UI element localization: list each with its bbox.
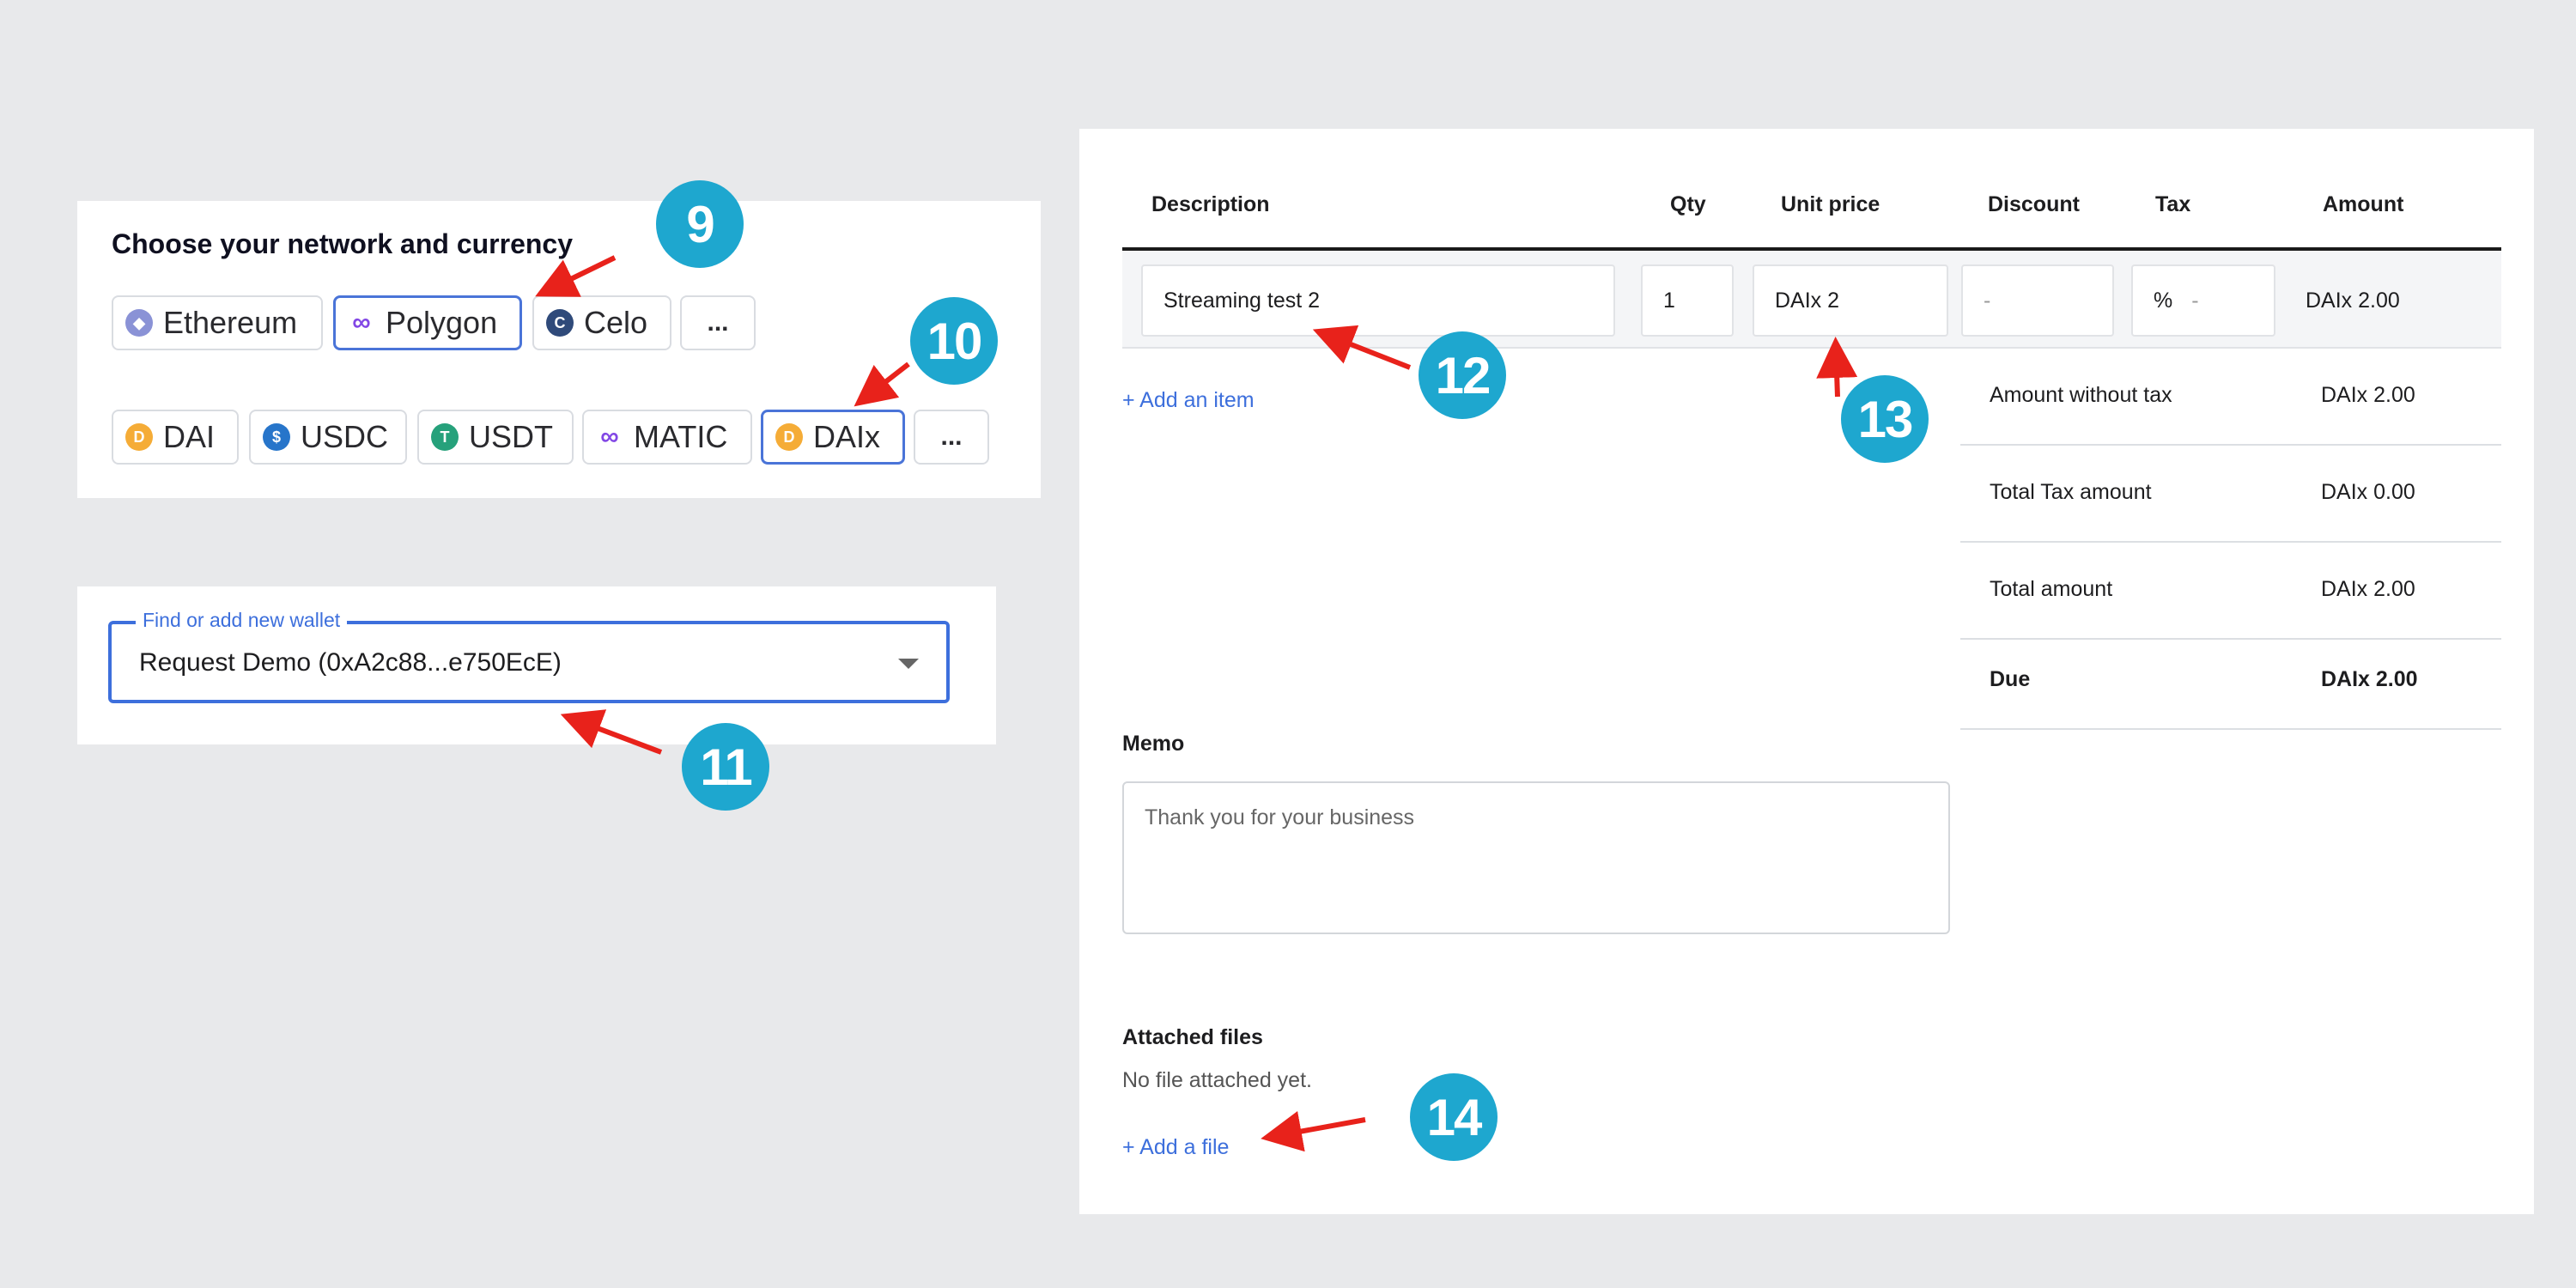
currency-chip-label: MATIC xyxy=(634,419,728,454)
more-networks-button[interactable]: ... xyxy=(680,295,756,350)
add-item-link[interactable]: + Add an item xyxy=(1122,388,1255,413)
column-header-tax: Tax xyxy=(2155,192,2191,216)
wallet-field-label: Find or add new wallet xyxy=(136,609,348,632)
memo-title: Memo xyxy=(1122,732,1185,756)
item-unit-price-value: DAIx 2 xyxy=(1775,288,1840,313)
network-chip-label: Celo xyxy=(584,305,648,340)
network-chip-ethereum[interactable]: ◆ Ethereum xyxy=(112,295,323,350)
matic-icon: ∞ xyxy=(596,422,623,451)
item-tax-value: - xyxy=(2191,288,2199,313)
polygon-icon: ∞ xyxy=(348,308,375,337)
item-tax-input[interactable]: % - xyxy=(2131,264,2275,337)
callout-badge-10: 10 xyxy=(910,297,998,385)
currency-chip-label: DAI xyxy=(163,419,216,454)
network-currency-panel: Choose your network and currency ◆ Ether… xyxy=(77,201,1041,498)
invoice-panel: Description Qty Unit price Discount Tax … xyxy=(1079,129,2534,1214)
summary-row-total-amount: Total amount DAIx 2.00 xyxy=(1960,543,2501,640)
network-chip-polygon[interactable]: ∞ Polygon xyxy=(333,295,522,350)
summary-value: DAIx 2.00 xyxy=(2321,383,2415,407)
wallet-selected-value: Request Demo (0xA2c88...e750EcE) xyxy=(139,648,562,677)
more-currencies-button[interactable]: ... xyxy=(914,410,989,465)
callout-badge-14: 14 xyxy=(1410,1073,1498,1161)
callout-badge-11: 11 xyxy=(682,723,769,811)
summary-row-amount-without-tax: Amount without tax DAIx 2.00 xyxy=(1960,349,2501,446)
daix-icon: D xyxy=(775,423,803,451)
summary-value: DAIx 2.00 xyxy=(2321,577,2415,601)
item-description-value: Streaming test 2 xyxy=(1163,288,1321,313)
dai-icon: D xyxy=(125,423,153,451)
memo-textarea[interactable]: Thank you for your business xyxy=(1122,781,1950,934)
summary-row-due: Due DAIx 2.00 xyxy=(1960,640,2501,730)
wallet-select[interactable]: Find or add new wallet Request Demo (0xA… xyxy=(108,609,950,703)
ethereum-icon: ◆ xyxy=(125,309,153,337)
summary-value: DAIx 2.00 xyxy=(2321,667,2418,691)
more-label: ... xyxy=(707,308,729,337)
column-header-unit-price: Unit price xyxy=(1781,192,1880,216)
wallet-panel: Find or add new wallet Request Demo (0xA… xyxy=(77,586,996,744)
currency-chip-usdc[interactable]: $ USDC xyxy=(249,410,407,465)
summary-label: Due xyxy=(1990,667,2031,691)
celo-icon: C xyxy=(546,309,574,337)
more-label: ... xyxy=(940,422,963,451)
network-chip-label: Polygon xyxy=(386,305,498,340)
summary-value: DAIx 0.00 xyxy=(2321,480,2415,504)
network-currency-title: Choose your network and currency xyxy=(112,228,574,259)
memo-placeholder: Thank you for your business xyxy=(1145,805,1415,829)
column-header-discount: Discount xyxy=(1988,192,2080,216)
table-row: Streaming test 2 1 DAIx 2 - % - DAIx 2.0… xyxy=(1122,251,2501,349)
summary-label: Total Tax amount xyxy=(1990,480,2152,504)
summary-label: Total amount xyxy=(1990,577,2113,601)
item-unit-price-input[interactable]: DAIx 2 xyxy=(1753,264,1948,337)
usdt-icon: T xyxy=(431,423,459,451)
currency-chip-label: USDT xyxy=(469,419,553,454)
currency-chip-label: DAIx xyxy=(813,419,881,454)
item-qty-input[interactable]: 1 xyxy=(1641,264,1734,337)
currency-chip-daix[interactable]: D DAIx xyxy=(761,410,905,465)
network-chip-label: Ethereum xyxy=(163,305,298,340)
no-file-text: No file attached yet. xyxy=(1122,1068,1312,1092)
callout-badge-12: 12 xyxy=(1419,331,1506,419)
tax-percent-unit: % xyxy=(2154,288,2173,313)
currency-chip-matic[interactable]: ∞ MATIC xyxy=(582,410,752,465)
usdc-icon: $ xyxy=(263,423,290,451)
item-discount-value: - xyxy=(1984,288,1991,313)
chevron-down-icon[interactable] xyxy=(898,659,919,669)
item-description-input[interactable]: Streaming test 2 xyxy=(1141,264,1615,337)
column-header-amount: Amount xyxy=(2323,192,2404,216)
currency-chip-dai[interactable]: D DAI xyxy=(112,410,239,465)
item-discount-input[interactable]: - xyxy=(1961,264,2114,337)
attached-files-title: Attached files xyxy=(1122,1025,1263,1049)
add-file-link[interactable]: + Add a file xyxy=(1122,1135,1229,1160)
item-qty-value: 1 xyxy=(1663,288,1675,313)
network-chip-celo[interactable]: C Celo xyxy=(532,295,671,350)
item-amount: DAIx 2.00 xyxy=(2306,289,2400,313)
summary-label: Amount without tax xyxy=(1990,383,2172,407)
currency-chip-label: USDC xyxy=(301,419,389,454)
column-header-description: Description xyxy=(1151,192,1270,216)
summary-row-total-tax: Total Tax amount DAIx 0.00 xyxy=(1960,446,2501,543)
currency-chip-usdt[interactable]: T USDT xyxy=(417,410,574,465)
callout-badge-13: 13 xyxy=(1841,375,1929,463)
callout-badge-9: 9 xyxy=(656,180,744,268)
column-header-qty: Qty xyxy=(1670,192,1706,216)
